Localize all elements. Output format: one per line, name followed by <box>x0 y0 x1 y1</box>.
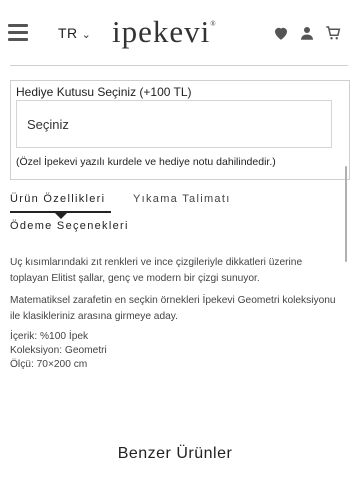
product-specs: İçerik: %100 İpek Koleksiyon: Geometri Ö… <box>10 330 107 372</box>
heart-icon[interactable] <box>272 24 290 42</box>
active-tab-caret-icon <box>55 213 67 219</box>
logo-mark: ® <box>210 20 217 28</box>
tab-payment-options[interactable]: Ödeme Seçenekleri <box>10 220 129 232</box>
gift-box-select-value: Seçiniz <box>27 117 69 132</box>
similar-products-title: Benzer Ürünler <box>117 445 233 462</box>
header: TR ⌄ ipekevi® <box>0 0 350 64</box>
logo[interactable]: ipekevi® <box>112 14 217 50</box>
language-label: TR <box>58 25 78 41</box>
description-paragraph: Uç kısımlarındaki zıt renkleri ve ince ç… <box>10 257 303 284</box>
cart-icon[interactable] <box>324 24 342 42</box>
gift-box-label: Hediye Kutusu Seçiniz (+100 TL) <box>16 85 192 99</box>
menu-icon[interactable] <box>8 24 28 42</box>
spec-content: İçerik: %100 İpek <box>10 331 89 342</box>
description-paragraph: Matematiksel zarafetin en seçkin örnekle… <box>10 295 336 322</box>
language-selector[interactable]: TR ⌄ <box>58 25 91 41</box>
user-icon[interactable] <box>298 24 316 42</box>
logo-text: ipekevi <box>112 14 211 49</box>
header-divider <box>10 65 348 66</box>
tab-washing-instructions[interactable]: Yıkama Talimatı <box>133 193 231 205</box>
gift-box-note: (Özel İpekevi yazılı kurdele ve hediye n… <box>16 156 276 168</box>
gift-box-select[interactable]: Seçiniz <box>16 100 332 148</box>
scrollbar[interactable] <box>345 166 347 262</box>
tab-product-features[interactable]: Ürün Özellikleri <box>10 193 105 205</box>
spec-size: Ölçü: 70×200 cm <box>10 359 88 370</box>
spec-collection: Koleksiyon: Geometri <box>10 345 107 356</box>
chevron-down-icon: ⌄ <box>81 29 92 41</box>
header-actions <box>272 24 342 42</box>
